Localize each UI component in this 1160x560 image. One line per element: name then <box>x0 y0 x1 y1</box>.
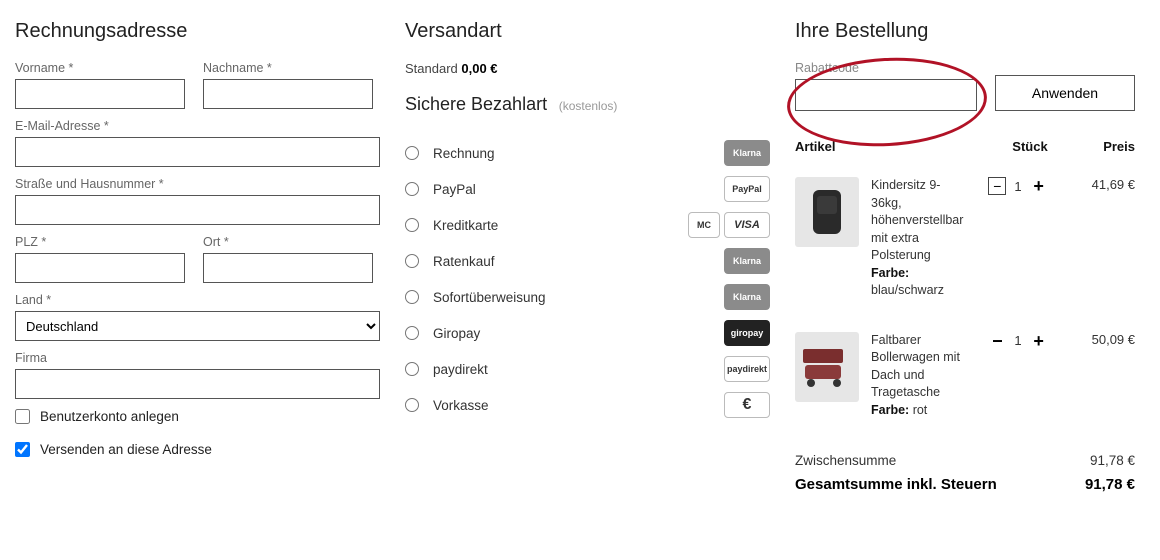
email-input[interactable] <box>15 137 380 167</box>
lastname-label: Nachname * <box>203 61 373 75</box>
subtotal-value: 91,78 € <box>1090 453 1135 468</box>
payment-heading: Sichere Bezahlart <box>405 94 547 115</box>
firstname-input[interactable] <box>15 79 185 109</box>
company-input[interactable] <box>15 369 380 399</box>
subtotal-label: Zwischensumme <box>795 453 896 468</box>
payment-radio-giropay[interactable] <box>405 326 419 340</box>
payment-radio-vorkasse[interactable] <box>405 398 419 412</box>
klarna-logo-icon: Klarna <box>724 284 770 310</box>
company-label: Firma <box>15 351 380 365</box>
item-thumbnail-icon <box>795 332 859 402</box>
email-label: E-Mail-Adresse * <box>15 119 380 133</box>
payment-radio-ratenkauf[interactable] <box>405 254 419 268</box>
payment-label: paydirekt <box>433 362 488 377</box>
lastname-input[interactable] <box>203 79 373 109</box>
giropay-logo-icon: giropay <box>724 320 770 346</box>
shipping-method-line: Standard 0,00 € <box>405 61 770 76</box>
item-price: 50,09 € <box>1065 332 1135 347</box>
klarna-logo-icon: Klarna <box>724 140 770 166</box>
shipping-heading: Versandart <box>405 20 770 43</box>
payment-radio-kreditkarte[interactable] <box>405 218 419 232</box>
city-input[interactable] <box>203 253 373 283</box>
item-thumbnail-icon <box>795 177 859 247</box>
col-article: Artikel <box>795 139 995 154</box>
order-heading: Ihre Bestellung <box>795 20 1135 43</box>
create-account-checkbox[interactable] <box>15 409 30 424</box>
payment-label: Ratenkauf <box>433 254 495 269</box>
qty-minus-button[interactable]: − <box>988 177 1006 195</box>
order-item: Kindersitz 9-36kg, höhenverstellbar mit … <box>795 161 1135 316</box>
qty-plus-button[interactable]: + <box>1030 177 1048 195</box>
item-name: Faltbarer Bollerwagen mit Dach und Trage… <box>871 332 971 402</box>
item-name: Kindersitz 9-36kg, höhenverstellbar mit … <box>871 177 971 265</box>
col-qty: Stück <box>995 139 1065 154</box>
qty-plus-button[interactable]: + <box>1030 332 1048 350</box>
firstname-label: Vorname * <box>15 61 185 75</box>
zip-input[interactable] <box>15 253 185 283</box>
payment-radio-sofort[interactable] <box>405 290 419 304</box>
klarna-logo-icon: Klarna <box>724 248 770 274</box>
order-item: Faltbarer Bollerwagen mit Dach und Trage… <box>795 316 1135 436</box>
payment-radio-paypal[interactable] <box>405 182 419 196</box>
payment-label: Rechnung <box>433 146 495 161</box>
euro-logo-icon: € <box>724 392 770 418</box>
create-account-label: Benutzerkonto anlegen <box>40 409 179 424</box>
apply-button[interactable]: Anwenden <box>995 75 1135 111</box>
city-label: Ort * <box>203 235 373 249</box>
street-label: Straße und Hausnummer * <box>15 177 380 191</box>
mastercard-logo-icon: MC <box>688 212 720 238</box>
promo-input[interactable] <box>795 79 977 111</box>
payment-label: PayPal <box>433 182 476 197</box>
paypal-logo-icon: PayPal <box>724 176 770 202</box>
visa-logo-icon: VISA <box>724 212 770 238</box>
country-select[interactable]: Deutschland <box>15 311 380 341</box>
payment-label: Vorkasse <box>433 398 489 413</box>
country-label: Land * <box>15 293 380 307</box>
promo-label: Rabattcode <box>795 61 977 75</box>
payment-note: (kostenlos) <box>559 99 618 113</box>
qty-value: 1 <box>1014 179 1021 194</box>
col-price: Preis <box>1065 139 1135 154</box>
qty-minus-button[interactable]: − <box>988 332 1006 350</box>
paydirekt-logo-icon: paydirekt <box>724 356 770 382</box>
payment-label: Giropay <box>433 326 480 341</box>
payment-radio-rechnung[interactable] <box>405 146 419 160</box>
item-price: 41,69 € <box>1065 177 1135 192</box>
payment-radio-paydirekt[interactable] <box>405 362 419 376</box>
grandtotal-value: 91,78 € <box>1085 476 1135 493</box>
qty-value: 1 <box>1014 333 1021 348</box>
payment-label: Kreditkarte <box>433 218 498 233</box>
ship-same-label: Versenden an diese Adresse <box>40 442 212 457</box>
payment-label: Sofortüberweisung <box>433 290 546 305</box>
billing-heading: Rechnungsadresse <box>15 20 380 43</box>
zip-label: PLZ * <box>15 235 185 249</box>
grandtotal-label: Gesamtsumme inkl. Steuern <box>795 476 997 493</box>
street-input[interactable] <box>15 195 380 225</box>
ship-same-checkbox[interactable] <box>15 442 30 457</box>
